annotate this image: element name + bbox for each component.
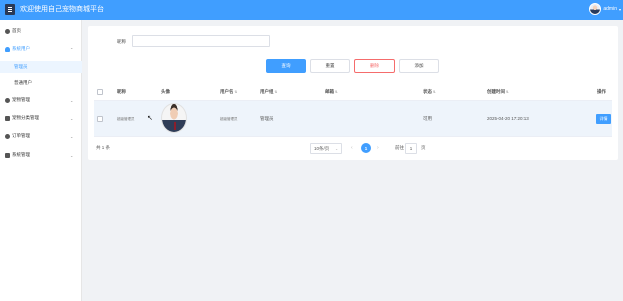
next-page-icon[interactable]: › [377,145,379,151]
sidebar-item-label: 订单管理 [12,133,30,138]
column-header-actions: 操作 [597,89,606,94]
sidebar-item-label: 首页 [12,28,21,33]
avatar [161,103,187,133]
sidebar-item-home[interactable]: 首页 [0,25,82,37]
user-icon [5,46,10,52]
top-bar: 欢迎使用自己宠物商城平台 admin ▾ [0,0,623,20]
delete-button[interactable]: 删除 [354,59,395,73]
paw-icon [5,97,10,103]
mouse-cursor-icon: ↖ [147,115,153,122]
sidebar-item-system[interactable]: 系统管理 ⌄ [0,149,82,161]
cell-group: 管理员 [260,116,274,121]
category-icon [5,115,10,121]
column-header-username[interactable]: 用户名⇅ [220,89,237,95]
row-checkbox[interactable] [97,116,103,122]
sidebar-item-label: 系统用户 [12,46,30,51]
goto-label: 前往 [395,145,404,150]
sort-icon[interactable]: ⇅ [433,90,436,94]
app-title: 欢迎使用自己宠物商城平台 [20,6,104,13]
sidebar-item-system-users[interactable]: 系统用户 ⌃ [0,43,82,55]
sidebar-item-pets[interactable]: 宠物管理 ⌄ [0,94,82,106]
reset-button[interactable]: 重置 [310,59,350,73]
caret-down-icon[interactable]: ▾ [619,7,621,12]
column-header-label: 邮箱 [325,89,334,94]
chevron-down-icon: ⌄ [70,97,74,103]
column-header-avatar: 头像 [161,89,170,94]
total-count: 共 1 条 [96,145,111,150]
add-button[interactable]: 添加 [399,59,439,73]
sidebar: 首页 系统用户 ⌃ 管理员 普通用户 宠物管理 ⌄ 宠物分类管理 ⌄ 订单管理 … [0,20,82,301]
page-number-current[interactable]: 1 [361,143,371,153]
sidebar-item-label: 管理员 [14,64,28,69]
column-header-status[interactable]: 状态⇅ [423,89,436,95]
chevron-down-icon: ⌄ [70,152,74,158]
sidebar-item-normal-users[interactable]: 普通用户 [0,77,82,89]
column-header-nickname[interactable]: 昵称 [117,89,126,95]
column-header-label: 用户组 [260,89,274,94]
sort-icon[interactable]: ⇅ [235,90,238,94]
sidebar-item-label: 宠物分类管理 [12,115,39,120]
sort-icon[interactable]: ⇅ [506,90,509,94]
sort-icon[interactable]: ⇅ [275,90,278,94]
column-header-group[interactable]: 用户组⇅ [260,89,277,95]
search-input[interactable] [132,35,270,47]
select-all-checkbox[interactable] [97,89,103,95]
sidebar-item-pet-categories[interactable]: 宠物分类管理 ⌄ [0,112,82,124]
chevron-down-icon: ⌄ [335,146,338,151]
column-header-label: 状态 [423,89,432,94]
chevron-down-icon: ⌄ [70,115,74,121]
detail-button[interactable]: 详情 [596,114,611,124]
goto-page-input[interactable]: 1 [405,143,417,154]
page-size-select[interactable]: 10条/页 ⌄ [310,143,342,154]
avatar[interactable] [589,3,602,15]
column-header-label: 创建时间 [487,89,505,94]
settings-icon [5,152,10,158]
cell-status: 可用 [423,116,432,121]
prev-page-icon[interactable]: ‹ [351,145,353,151]
cell-username: 超级管理员 [220,117,238,121]
sort-icon[interactable]: ⇅ [335,90,338,94]
hamburger-menu-icon[interactable] [5,4,15,15]
chevron-down-icon: ⌄ [70,133,74,139]
chevron-up-icon: ⌃ [70,46,74,52]
order-icon [5,133,10,139]
goto-unit: 页 [421,145,426,150]
user-name[interactable]: admin [603,6,617,12]
column-header-label: 用户名 [220,89,234,94]
sidebar-item-label: 普通用户 [14,80,32,85]
sidebar-item-admins[interactable]: 管理员 [0,61,82,73]
column-header-created[interactable]: 创建时间⇅ [487,89,509,95]
search-label: 昵称 [117,39,126,44]
user-menu[interactable]: admin ▾ [589,3,621,15]
sidebar-item-label: 系统管理 [12,152,30,157]
search-button[interactable]: 查询 [266,59,306,73]
cell-created: 2025-04-20 17:20:13 [487,116,529,121]
cell-nickname: 超级管理员 [117,117,135,121]
column-header-email[interactable]: 邮箱⇅ [325,89,338,95]
sidebar-item-orders[interactable]: 订单管理 ⌄ [0,130,82,142]
gear-icon [5,28,10,34]
table-header [94,83,612,101]
page-size-value: 10条/页 [314,145,330,151]
sidebar-item-label: 宠物管理 [12,97,30,102]
